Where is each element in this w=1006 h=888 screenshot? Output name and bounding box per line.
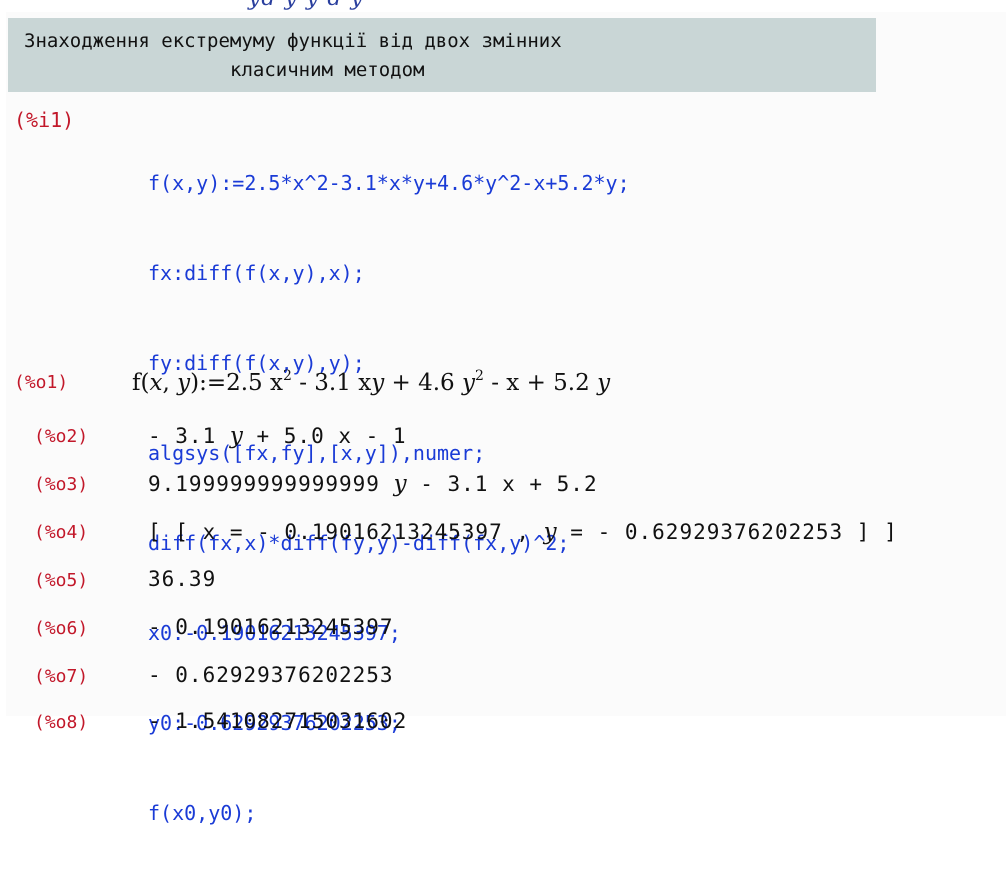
- output-label: (%o7): [34, 666, 89, 687]
- output-label: (%o5): [34, 570, 89, 591]
- output-label: (%o4): [34, 522, 89, 543]
- title-line-1: Знаходження екстремуму функції від двох …: [24, 30, 562, 52]
- output-value: - 0.62929376202253: [148, 663, 394, 687]
- cropped-heading-fragment: yd y y d y: [248, 0, 364, 11]
- title-cell[interactable]: Знаходження екстремуму функції від двох …: [8, 18, 876, 92]
- title-line-2: класичним методом: [230, 59, 425, 81]
- output-label: (%o6): [34, 618, 89, 639]
- output-value: 9.199999999999999 y - 3.1 x + 5.2: [148, 471, 598, 497]
- output-label: (%o3): [34, 474, 89, 495]
- code-line: fx:diff(f(x,y),x);: [148, 261, 365, 285]
- output-label: (%o2): [34, 426, 89, 447]
- output-value: - 0.19016213245397: [148, 615, 394, 639]
- output-value: [ [ x = - 0.19016213245397 , y = - 0.629…: [148, 519, 898, 545]
- output-label: (%o8): [34, 712, 89, 733]
- output-value: 36.39: [148, 567, 217, 591]
- code-line: f(x,y):=2.5*x^2-3.1*x*y+4.6*y^2-x+5.2*y;: [148, 171, 630, 195]
- input-cell[interactable]: f(x,y):=2.5*x^2-3.1*x*y+4.6*y^2-x+5.2*y;…: [148, 108, 630, 888]
- output-label: (%o1): [14, 372, 69, 393]
- output-value: - 3.1 y + 5.0 x - 1: [148, 423, 407, 449]
- output-value: f(x, y):=2.5 x2 - 3.1 xy + 4.6 y2 - x + …: [132, 368, 611, 396]
- code-line: f(x0,y0);: [148, 801, 257, 825]
- maxima-worksheet: Знаходження екстремуму функції від двох …: [6, 12, 1006, 825]
- output-value: - 1.541082715031602: [148, 709, 408, 733]
- input-label: (%i1): [14, 108, 75, 132]
